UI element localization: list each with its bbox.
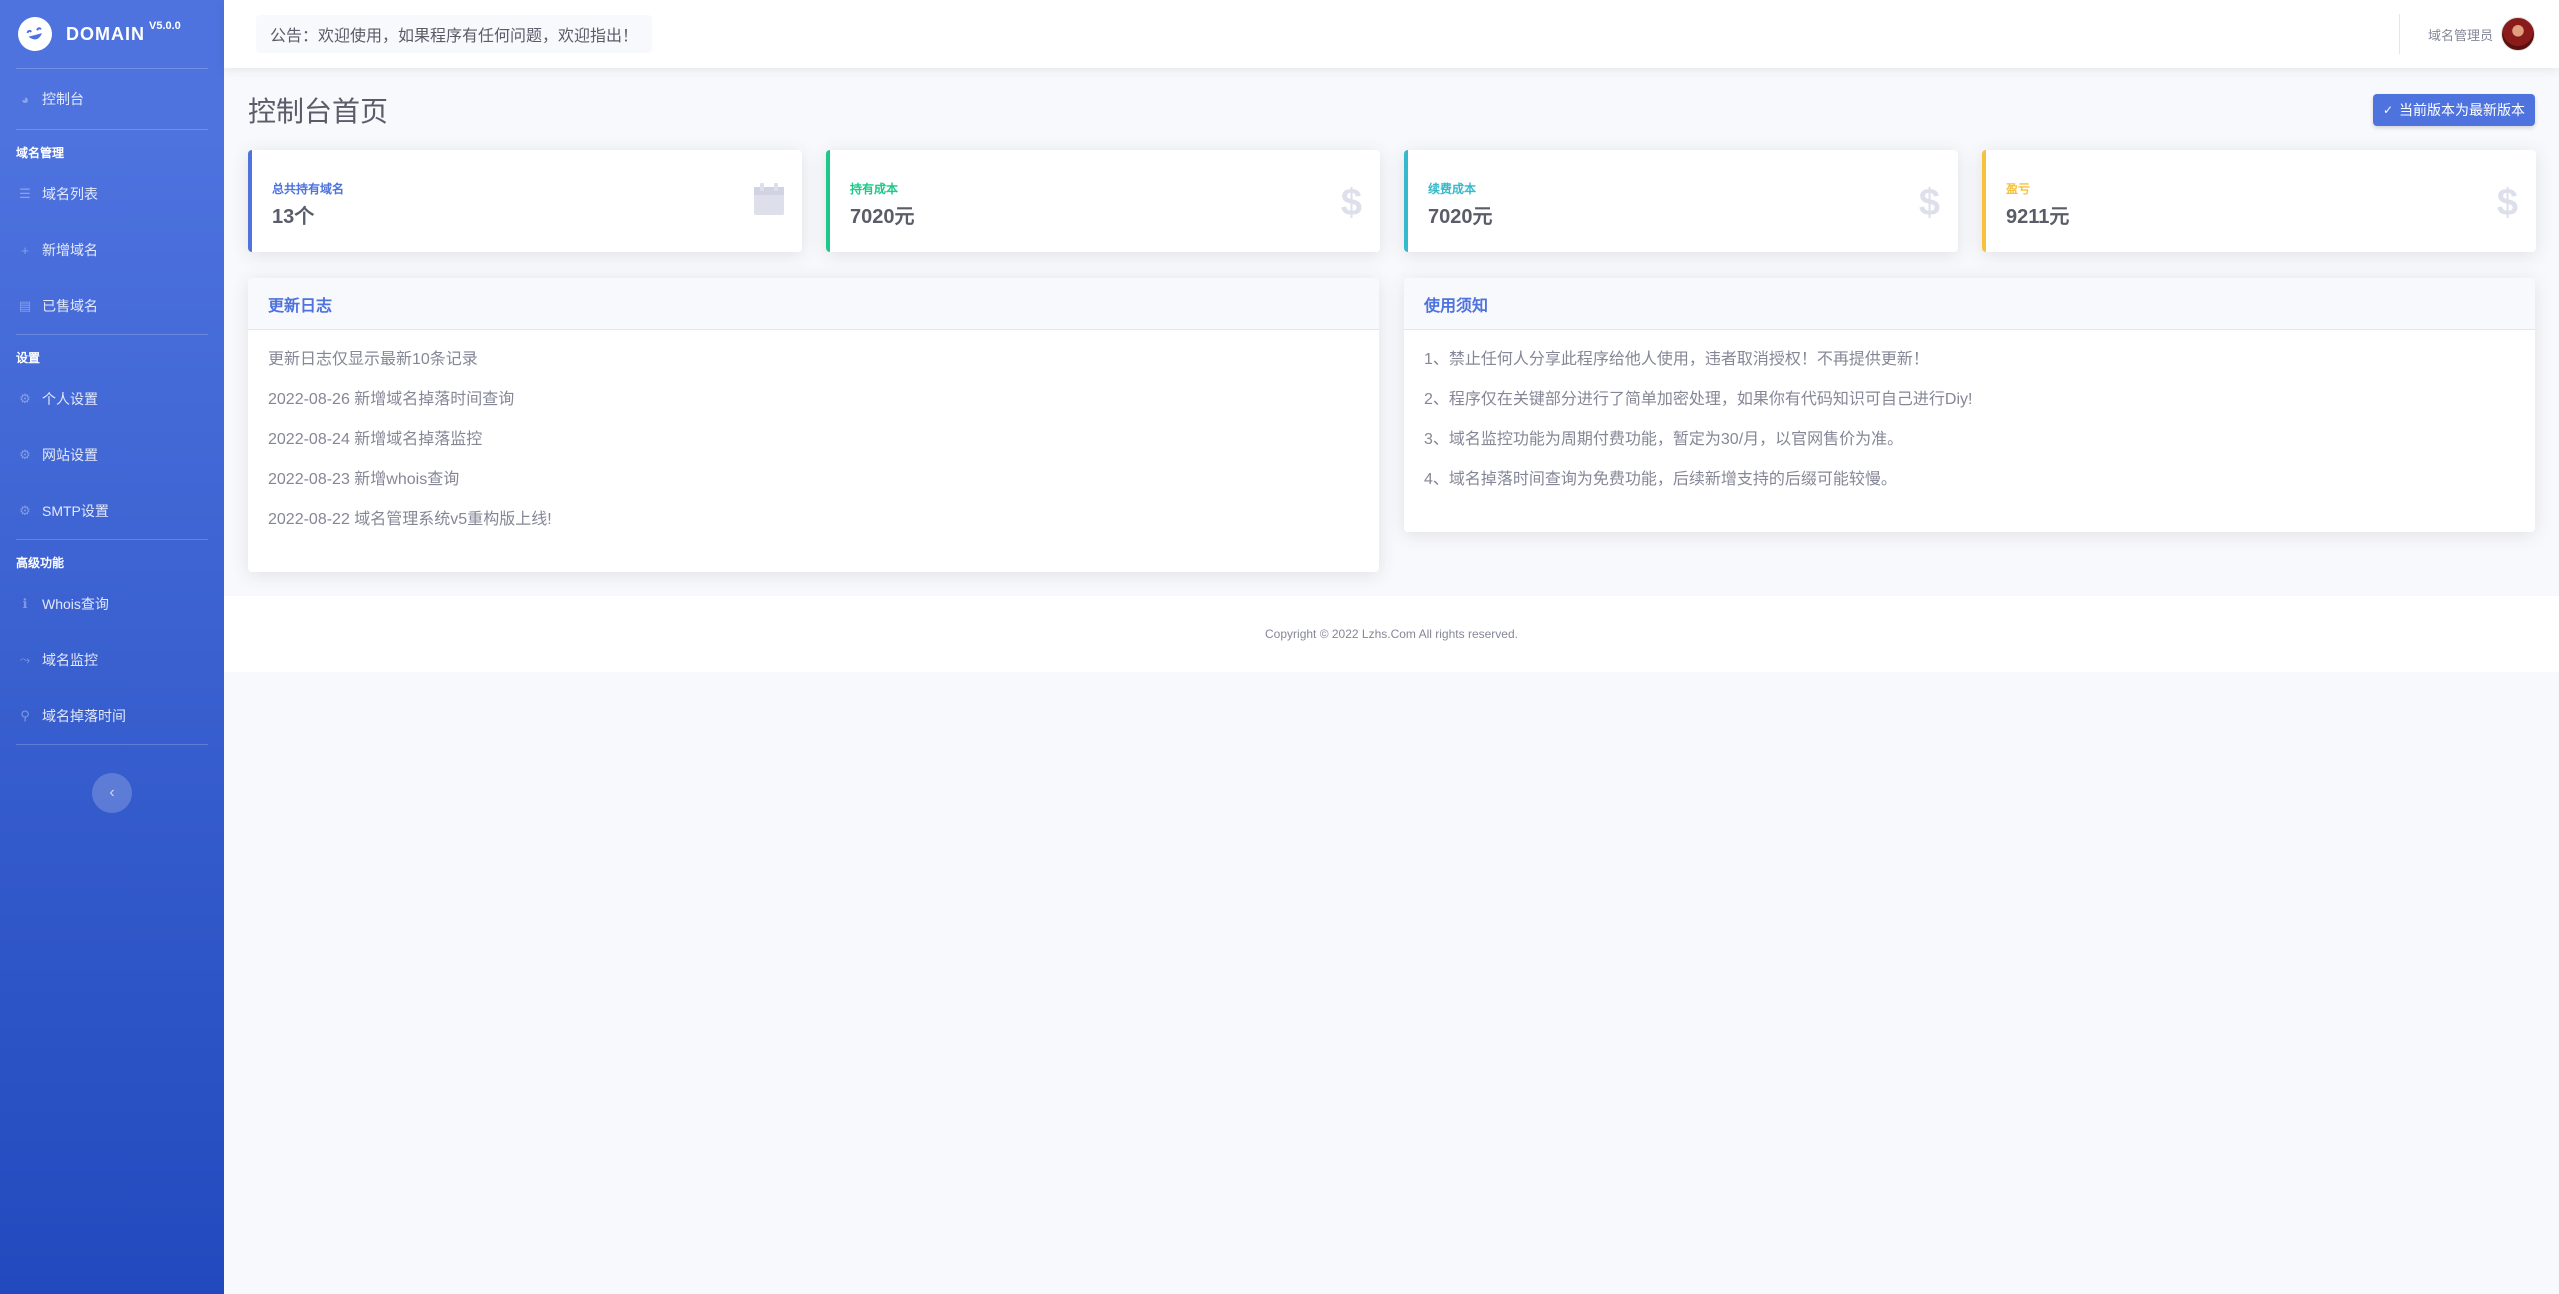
version-button[interactable]: ✓ 当前版本为最新版本 xyxy=(2372,94,2535,126)
footer: Copyright © 2022 Lzhs.Com All rights res… xyxy=(224,596,2559,672)
stat-value: 13个 xyxy=(272,206,315,228)
sidebar-item-domain-list[interactable]: ☰ 域名列表 xyxy=(0,166,224,222)
sidebar-item-sold-domains[interactable]: ▤ 已售域名 xyxy=(0,278,224,334)
check-icon: ✓ xyxy=(2382,103,2393,117)
sidebar-item-personal-settings[interactable]: ⚙ 个人设置 xyxy=(0,371,224,427)
changelog-line: 2022-08-24 新增域名掉落监控 xyxy=(268,431,483,448)
sidebar-item-add-domain[interactable]: + 新增域名 xyxy=(0,222,224,278)
stat-label: 持有成本 xyxy=(850,182,899,196)
user-name: 域名管理员 xyxy=(2427,27,2493,43)
info-icon: ℹ xyxy=(22,596,28,611)
calendar-icon xyxy=(754,182,784,225)
notes-line: 4、域名掉落时间查询为免费功能，后续新增支持的后缀可能较慢。 xyxy=(1424,471,1897,488)
brand-version: V5.0.0 xyxy=(149,20,181,32)
sidebar-item-label: 域名监控 xyxy=(42,652,98,668)
laugh-icon xyxy=(14,13,56,55)
chevron-left-icon: ‹ xyxy=(109,784,115,801)
card-icon: ▤ xyxy=(18,298,32,313)
changelog-line: 2022-08-23 新增whois查询 xyxy=(268,471,460,488)
stat-card-profit: 盈亏 9211元 $ xyxy=(1982,150,2536,252)
topbar: 公告：欢迎使用，如果程序有任何问题，欢迎指出！ 域名管理员 xyxy=(224,0,2559,68)
sidebar-item-dashboard[interactable]: ◕ 控制台 xyxy=(0,69,224,129)
sidebar-item-label: SMTP设置 xyxy=(42,503,109,519)
notes-line: 1、禁止任何人分享此程序给他人使用，违者取消授权！不再提供更新！ xyxy=(1424,351,1929,368)
stat-card-holding-cost: 持有成本 7020元 $ xyxy=(826,150,1380,252)
sidebar-item-label: 个人设置 xyxy=(42,391,98,407)
sidebar-item-site-settings[interactable]: ⚙ 网站设置 xyxy=(0,427,224,483)
sidebar-item-label: 域名列表 xyxy=(42,186,98,202)
dollar-icon: $ xyxy=(1918,182,1940,224)
changelog-panel: 更新日志 更新日志仅显示最新10条记录 2022-08-26 新增域名掉落时间查… xyxy=(248,278,1379,572)
stat-value: 7020元 xyxy=(1428,206,1493,228)
stat-value: 7020元 xyxy=(850,206,915,228)
notes-line: 2、程序仅在关键部分进行了简单加密处理，如果你有代码知识可自己进行Diy! xyxy=(1424,391,1973,408)
divider xyxy=(16,744,208,745)
sidebar-item-label: 已售域名 xyxy=(42,298,98,314)
stat-value: 9211元 xyxy=(2006,206,2070,228)
search-icon: ⚲ xyxy=(20,708,30,723)
changelog-line: 更新日志仅显示最新10条记录 xyxy=(268,351,478,368)
changelog-line: 2022-08-22 域名管理系统v5重构版上线! xyxy=(268,511,552,528)
sidebar-item-label: 新增域名 xyxy=(42,242,98,258)
copyright-text: Copyright © 2022 Lzhs.Com All rights res… xyxy=(1265,627,1518,641)
changelog-line: 2022-08-26 新增域名掉落时间查询 xyxy=(268,391,515,408)
user-menu[interactable]: 域名管理员 xyxy=(2398,14,2535,54)
tachometer-icon: ◕ xyxy=(21,91,29,107)
dollar-icon: $ xyxy=(1340,182,1362,224)
version-button-label: 当前版本为最新版本 xyxy=(2399,102,2525,118)
sidebar-heading-domains: 域名管理 xyxy=(16,146,65,160)
sidebar-item-drop-time[interactable]: ⚲ 域名掉落时间 xyxy=(0,688,224,744)
notes-title: 使用须知 xyxy=(1404,278,2535,330)
sidebar-heading-advanced: 高级功能 xyxy=(16,556,65,570)
dollar-icon: $ xyxy=(2496,182,2518,224)
sidebar-item-domain-monitor[interactable]: ⤳ 域名监控 xyxy=(0,632,224,688)
brand[interactable]: DOMAIN V5.0.0 xyxy=(0,0,224,68)
plus-icon: + xyxy=(21,242,29,258)
sidebar-toggle-button[interactable]: ‹ xyxy=(92,773,132,813)
gear-icon: ⚙ xyxy=(19,447,31,462)
sidebar-item-label: 域名掉落时间 xyxy=(42,708,126,724)
stat-label: 盈亏 xyxy=(2006,182,2031,196)
stat-label: 续费成本 xyxy=(1428,182,1477,196)
stat-label: 总共持有域名 xyxy=(272,182,345,196)
notes-panel: 使用须知 1、禁止任何人分享此程序给他人使用，违者取消授权！不再提供更新！ 2、… xyxy=(1404,278,2535,532)
sidebar-item-label: 控制台 xyxy=(42,91,84,107)
changelog-title: 更新日志 xyxy=(248,278,1379,330)
avatar xyxy=(2501,17,2535,51)
gear-icon: ⚙ xyxy=(19,503,31,518)
list-icon: ☰ xyxy=(19,186,31,201)
brand-name: DOMAIN xyxy=(66,23,145,44)
sidebar-item-whois[interactable]: ℹ Whois查询 xyxy=(0,576,224,632)
notes-line: 3、域名监控功能为周期付费功能，暂定为30/月，以官网售价为准。 xyxy=(1424,431,1904,448)
bolt-icon: ⤳ xyxy=(19,652,31,667)
gear-icon: ⚙ xyxy=(19,391,31,406)
stat-card-total-domains: 总共持有域名 13个 xyxy=(248,150,802,252)
sidebar-item-label: 网站设置 xyxy=(42,447,98,463)
sidebar-item-smtp-settings[interactable]: ⚙ SMTP设置 xyxy=(0,483,224,539)
sidebar-heading-settings: 设置 xyxy=(16,351,41,365)
announcement: 公告：欢迎使用，如果程序有任何问题，欢迎指出！ xyxy=(256,15,653,53)
page-title: 控制台首页 xyxy=(248,96,389,127)
sidebar-item-label: Whois查询 xyxy=(42,596,109,612)
sidebar: DOMAIN V5.0.0 ◕ 控制台 域名管理 ☰ 域名列表 + 新增域名 ▤… xyxy=(0,0,224,1294)
stat-card-renewal-cost: 续费成本 7020元 $ xyxy=(1404,150,1958,252)
